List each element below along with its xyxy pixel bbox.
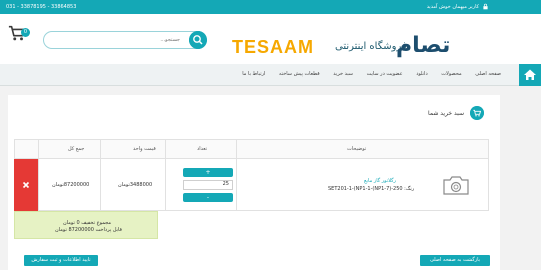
column-divider: [38, 139, 39, 211]
col-total: جمع کل: [68, 146, 85, 152]
welcome-text: کاربر میهمان خوش آمدید: [426, 4, 479, 10]
quantity-input[interactable]: 25: [183, 180, 233, 190]
search-icon[interactable]: [189, 31, 207, 49]
site-header: 0 TESAAM فروشگاه اینترنتی تصام: [0, 14, 541, 64]
item-unit-price: 3488000تومان: [118, 182, 153, 188]
logo-latin: TESAAM: [232, 37, 314, 57]
product-name-link[interactable]: رگلاتور گاز مایع: [364, 178, 396, 184]
product-description: SET201-1-(NP1-1-(NP1-7)-250 :رنگ: [328, 186, 415, 192]
payable-text: قابل پرداخت 87200000 تومان: [55, 227, 122, 233]
phone-numbers: 031 - 33878195 - 33864853: [6, 4, 77, 10]
lock-icon: [483, 3, 488, 10]
cart-count-badge: 0: [21, 28, 30, 37]
col-unit-price: قیمت واحد: [133, 146, 156, 152]
main-nav: صفحه اصلی محصولات دانلود عضویت در سایت س…: [0, 64, 541, 86]
quantity-increase-button[interactable]: +: [183, 168, 233, 177]
order-summary: مجموع تخفیف 0 تومان قابل پرداخت 87200000…: [14, 211, 158, 239]
logo-mark: تصام: [396, 33, 451, 58]
nav-item-register[interactable]: عضویت در سایت: [367, 71, 403, 77]
nav-item-cart[interactable]: سبد خرید: [333, 71, 353, 77]
nav-item-prefab-parts[interactable]: قطعات پیش ساخته: [279, 71, 320, 77]
nav-item-products[interactable]: محصولات: [441, 71, 461, 77]
discount-text: مجموع تخفیف 0 تومان: [63, 220, 111, 226]
search-input[interactable]: [50, 34, 180, 46]
nav-item-download[interactable]: دانلود: [416, 71, 427, 77]
nav-items: صفحه اصلی محصولات دانلود عضویت در سایت س…: [230, 71, 501, 77]
close-icon: [22, 181, 30, 189]
back-to-home-button[interactable]: بازگشت به صفحه اصلی: [420, 255, 490, 266]
cart-title-icon: [470, 106, 484, 120]
col-description: توضیحات: [347, 146, 367, 152]
col-quantity: تعداد: [197, 146, 208, 152]
confirm-order-button[interactable]: تایید اطلاعات و ثبت سفارش: [24, 255, 98, 266]
cart-table-header: جمع کل قیمت واحد تعداد توضیحات: [14, 139, 489, 159]
nav-item-home[interactable]: صفحه اصلی: [475, 71, 501, 77]
column-divider: [100, 139, 101, 211]
nav-item-contact[interactable]: ارتباط با ما: [242, 71, 265, 77]
search-box: [43, 31, 205, 49]
cart-title: سبد خرید شما: [428, 110, 464, 117]
top-bar: 031 - 33878195 - 33864853 کاربر میهمان خ…: [0, 0, 541, 14]
camera-icon: [443, 176, 469, 195]
quantity-decrease-button[interactable]: -: [183, 193, 233, 202]
item-total: 87200000تومان: [52, 182, 90, 188]
column-divider: [236, 139, 237, 211]
column-divider: [165, 139, 166, 211]
remove-item-button[interactable]: [14, 159, 38, 211]
home-icon[interactable]: [519, 64, 541, 86]
